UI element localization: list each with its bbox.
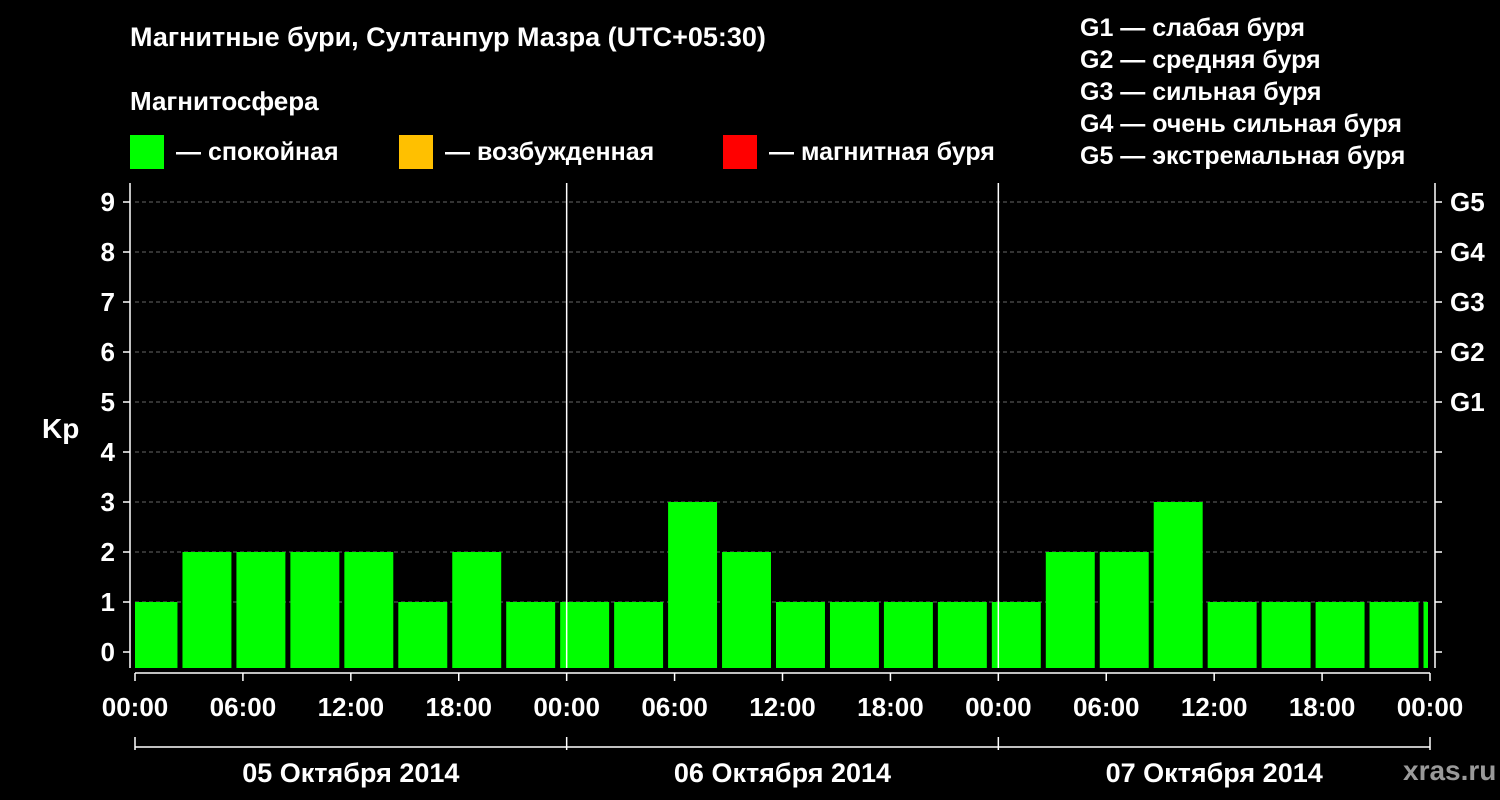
x-tick-label: 12:00 <box>1181 692 1248 722</box>
kp-bar <box>344 552 394 668</box>
watermark: xras.ru <box>1403 755 1497 786</box>
g-level-label: G1 <box>1450 387 1485 417</box>
g-level-label: G5 <box>1450 187 1485 217</box>
x-tick-label: 18:00 <box>857 692 924 722</box>
kp-bar <box>1099 552 1149 668</box>
x-tick-label: 12:00 <box>749 692 816 722</box>
x-tick-label: 18:00 <box>1289 692 1356 722</box>
x-tick-label: 06:00 <box>210 692 277 722</box>
kp-bar <box>506 602 556 668</box>
kp-bar <box>290 552 340 668</box>
kp-bar <box>668 502 718 668</box>
x-tick-label: 00:00 <box>102 692 169 722</box>
y-tick-label: 3 <box>101 487 115 517</box>
kp-bar <box>1369 602 1419 668</box>
x-tick-label: 06:00 <box>1073 692 1140 722</box>
kp-bar <box>236 552 286 668</box>
kp-bar <box>937 602 987 668</box>
y-axis-label: Kp <box>42 413 79 444</box>
kp-bar <box>883 602 933 668</box>
x-tick-label: 00:00 <box>533 692 600 722</box>
y-tick-label: 7 <box>101 287 115 317</box>
y-tick-label: 1 <box>101 587 115 617</box>
kp-bar <box>1045 552 1095 668</box>
x-tick-label: 06:00 <box>641 692 708 722</box>
kp-bar <box>722 552 772 668</box>
kp-chart: 0 1 2 3 4 5 6 7 8 9 G1 G2 G3 G4 G5 Kp 00:00 06:00 12:00 18:… <box>42 183 1485 788</box>
kp-bar <box>135 602 178 668</box>
y-tick-label: 2 <box>101 537 115 567</box>
kp-bar <box>776 602 825 668</box>
kp-bar <box>1423 602 1428 668</box>
kp-bar <box>1315 602 1365 668</box>
g-level-label: G2 <box>1450 337 1485 367</box>
x-tick-label: 12:00 <box>318 692 385 722</box>
kp-bar <box>1153 502 1203 668</box>
y-tick-label: 5 <box>101 387 115 417</box>
x-tick-label: 00:00 <box>965 692 1032 722</box>
day-label: 05 Октября 2014 <box>242 758 459 788</box>
y-tick-label: 0 <box>101 637 115 667</box>
x-tick-label: 18:00 <box>426 692 493 722</box>
kp-bar <box>614 602 664 668</box>
g-level-label: G3 <box>1450 287 1485 317</box>
x-tick-label: 00:00 <box>1397 692 1464 722</box>
day-label: 07 Октября 2014 <box>1106 758 1323 788</box>
kp-bar <box>560 602 610 668</box>
kp-bar <box>452 552 502 668</box>
kp-bar <box>1261 602 1311 668</box>
kp-bar <box>182 552 232 668</box>
y-tick-label: 4 <box>101 437 116 467</box>
g-level-label: G4 <box>1450 237 1485 267</box>
kp-bar <box>829 602 879 668</box>
y-tick-label: 6 <box>101 337 115 367</box>
kp-bar <box>1207 602 1257 668</box>
day-label: 06 Октября 2014 <box>674 758 891 788</box>
y-tick-label: 9 <box>101 187 115 217</box>
y-tick-label: 8 <box>101 237 115 267</box>
kp-bar <box>398 602 448 668</box>
kp-bar <box>991 602 1041 668</box>
